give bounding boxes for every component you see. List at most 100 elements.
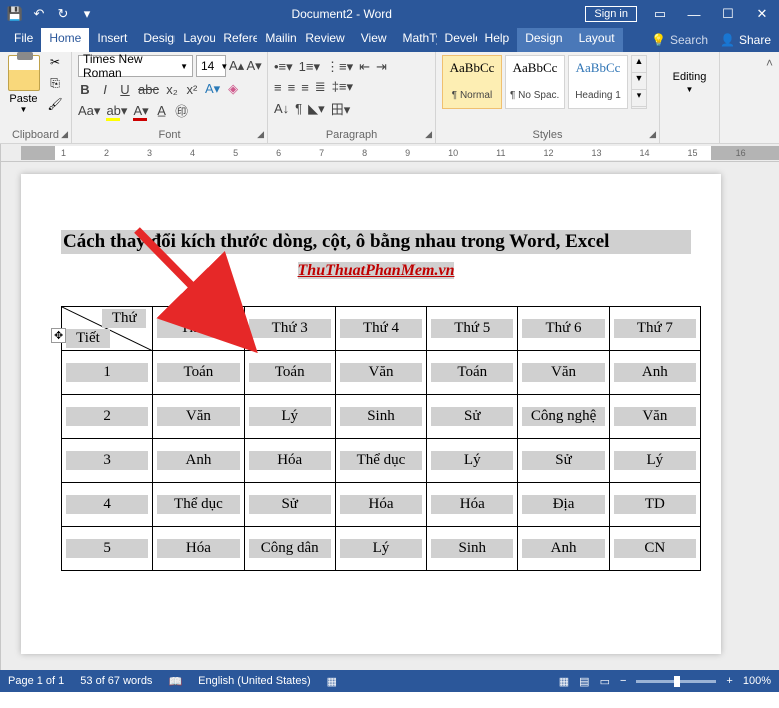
tab-table-layout[interactable]: Layout bbox=[571, 28, 623, 52]
tab-home[interactable]: Home bbox=[41, 28, 89, 52]
tab-references[interactable]: References bbox=[215, 28, 257, 52]
collapse-ribbon-icon[interactable]: ˄ bbox=[760, 52, 779, 143]
tab-mailings[interactable]: Mailings bbox=[257, 28, 297, 52]
ribbon-tabs: File Home Insert Design Layout Reference… bbox=[0, 28, 779, 52]
multilevel-icon[interactable]: ⋮≡▾ bbox=[326, 59, 353, 75]
tab-insert[interactable]: Insert bbox=[89, 28, 135, 52]
share-button[interactable]: 👤Share bbox=[720, 33, 771, 47]
font-color-icon[interactable]: A▾ bbox=[133, 103, 148, 119]
format-painter-icon[interactable]: 🖌 bbox=[45, 97, 65, 115]
style-no-spacing[interactable]: AaBbCc ¶ No Spac... bbox=[505, 55, 565, 109]
tab-file[interactable]: File bbox=[6, 28, 41, 52]
align-center-icon[interactable]: ≡ bbox=[288, 80, 296, 95]
tab-layout[interactable]: Layout bbox=[175, 28, 215, 52]
ribbon-options-icon[interactable]: ▭ bbox=[647, 6, 673, 22]
font-name-combo[interactable]: Times New Roman▼ bbox=[78, 55, 193, 77]
style-heading1[interactable]: AaBbCc Heading 1 bbox=[568, 55, 628, 109]
zoom-slider[interactable] bbox=[636, 680, 716, 683]
tab-mathtype[interactable]: MathType bbox=[395, 28, 437, 52]
highlight-icon[interactable]: ab▾ bbox=[106, 103, 127, 119]
bullets-icon[interactable]: •≡▾ bbox=[274, 59, 293, 75]
shading-icon[interactable]: ◣▾ bbox=[308, 101, 325, 117]
font-size-combo[interactable]: 14▼ bbox=[196, 55, 226, 77]
style-normal[interactable]: AaBbCc ¶ Normal bbox=[442, 55, 502, 109]
tab-view[interactable]: View bbox=[353, 28, 395, 52]
window-title: Document2 - Word bbox=[98, 7, 585, 21]
statusbar: Page 1 of 1 53 of 67 words 📖 English (Un… bbox=[0, 670, 779, 692]
table-row: 2VănLýSinhSửCông nghệVăn bbox=[62, 395, 701, 439]
save-icon[interactable]: 💾 bbox=[4, 3, 26, 25]
table-row: 5HóaCông dânLýSinhAnhCN bbox=[62, 527, 701, 571]
clear-format-icon[interactable]: ◈ bbox=[226, 81, 240, 97]
qat-customize-icon[interactable]: ▾ bbox=[76, 3, 98, 25]
view-read-icon[interactable]: ▦ bbox=[559, 675, 569, 688]
tab-developer[interactable]: Developer bbox=[437, 28, 477, 52]
view-web-icon[interactable]: ▭ bbox=[600, 675, 610, 688]
status-words[interactable]: 53 of 67 words bbox=[80, 675, 152, 687]
status-language[interactable]: English (United States) bbox=[198, 675, 311, 687]
close-icon[interactable]: ✕ bbox=[749, 6, 775, 22]
paste-button[interactable]: Paste ▼ bbox=[6, 55, 41, 115]
strikethrough-button[interactable]: abc bbox=[138, 82, 159, 97]
bold-button[interactable]: B bbox=[78, 82, 92, 97]
zoom-out-icon[interactable]: − bbox=[620, 675, 626, 687]
arrow-annotation-icon bbox=[131, 224, 271, 354]
line-spacing-icon[interactable]: ‡≡▾ bbox=[332, 79, 353, 95]
shrink-font-icon[interactable]: A▾ bbox=[247, 58, 262, 74]
minimize-icon[interactable]: — bbox=[681, 7, 707, 22]
enclose-icon[interactable]: ㊞ bbox=[175, 101, 189, 120]
document-area[interactable]: Cách thay đổi kích thước dòng, cột, ô bằ… bbox=[1, 162, 779, 670]
view-print-icon[interactable]: ▤ bbox=[579, 675, 589, 688]
undo-icon[interactable]: ↶ bbox=[28, 3, 50, 25]
character-shading-icon[interactable]: A̲ bbox=[155, 103, 169, 118]
styles-launcher-icon[interactable]: ◢ bbox=[649, 129, 656, 140]
bulb-icon: 💡 bbox=[651, 33, 666, 47]
styles-gallery-scroll[interactable]: ▲▼▾ bbox=[631, 55, 647, 109]
group-clipboard: Clipboard bbox=[6, 127, 65, 141]
tell-me-search[interactable]: 💡Search bbox=[651, 33, 708, 47]
numbering-icon[interactable]: 1≡▾ bbox=[299, 59, 320, 75]
copy-icon[interactable]: ⎘ bbox=[45, 76, 65, 94]
decrease-indent-icon[interactable]: ⇤ bbox=[359, 59, 370, 75]
share-icon: 👤 bbox=[720, 33, 735, 47]
change-case-icon[interactable]: Aa▾ bbox=[78, 103, 100, 119]
grow-font-icon[interactable]: A▴ bbox=[229, 58, 244, 74]
italic-button[interactable]: I bbox=[98, 82, 112, 97]
borders-icon[interactable]: 田▾ bbox=[331, 99, 351, 118]
text-effects-icon[interactable]: A▾ bbox=[205, 81, 220, 97]
sort-icon[interactable]: A↓ bbox=[274, 101, 289, 116]
group-paragraph: Paragraph bbox=[274, 127, 429, 141]
subscript-button[interactable]: x₂ bbox=[165, 82, 179, 97]
clipboard-launcher-icon[interactable]: ◢ bbox=[61, 129, 68, 140]
editing-dropdown[interactable]: Editing▼ bbox=[666, 55, 713, 95]
font-launcher-icon[interactable]: ◢ bbox=[257, 129, 264, 140]
tab-table-design[interactable]: Design bbox=[517, 28, 570, 52]
zoom-level[interactable]: 100% bbox=[743, 675, 771, 687]
tab-review[interactable]: Review bbox=[297, 28, 352, 52]
justify-icon[interactable]: ≣ bbox=[315, 79, 326, 95]
redo-icon[interactable]: ↻ bbox=[52, 3, 74, 25]
group-styles: Styles bbox=[442, 127, 653, 141]
align-left-icon[interactable]: ≡ bbox=[274, 80, 282, 95]
status-page[interactable]: Page 1 of 1 bbox=[8, 675, 64, 687]
increase-indent-icon[interactable]: ⇥ bbox=[376, 59, 387, 75]
maximize-icon[interactable]: ☐ bbox=[715, 6, 741, 22]
paragraph-launcher-icon[interactable]: ◢ bbox=[425, 129, 432, 140]
align-right-icon[interactable]: ≡ bbox=[301, 80, 309, 95]
underline-button[interactable]: U bbox=[118, 82, 132, 97]
status-macro-icon[interactable]: ▦ bbox=[327, 675, 337, 688]
zoom-in-icon[interactable]: + bbox=[726, 675, 732, 687]
superscript-button[interactable]: x² bbox=[185, 82, 199, 97]
tab-help[interactable]: Help bbox=[477, 28, 518, 52]
titlebar: 💾 ↶ ↻ ▾ Document2 - Word Sign in ▭ — ☐ ✕ bbox=[0, 0, 779, 28]
tab-design[interactable]: Design bbox=[135, 28, 175, 52]
sign-in-button[interactable]: Sign in bbox=[585, 6, 637, 22]
horizontal-ruler[interactable]: 1234567891011121314151617 bbox=[1, 144, 779, 162]
status-spellcheck-icon[interactable]: 📖 bbox=[168, 675, 182, 688]
show-marks-icon[interactable]: ¶ bbox=[295, 101, 302, 116]
page[interactable]: Cách thay đổi kích thước dòng, cột, ô bằ… bbox=[21, 174, 721, 654]
ribbon: Paste ▼ ✂ ⎘ 🖌 Clipboard ◢ Times New Roma… bbox=[0, 52, 779, 144]
table-row: 1ToánToánVănToánVănAnh bbox=[62, 351, 701, 395]
table-row: 3AnhHóaThể dụcLýSửLý bbox=[62, 439, 701, 483]
cut-icon[interactable]: ✂ bbox=[45, 55, 65, 73]
